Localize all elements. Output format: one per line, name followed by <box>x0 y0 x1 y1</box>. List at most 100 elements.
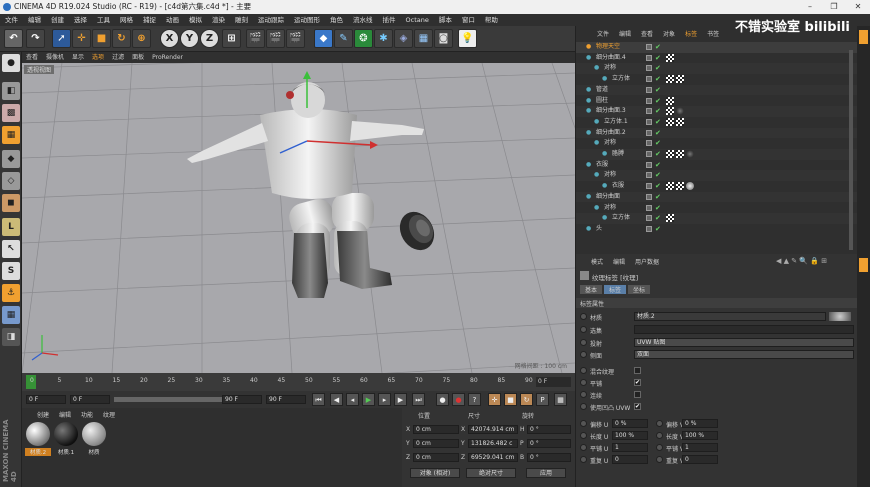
y-axis-lock-button[interactable]: Y <box>180 29 199 48</box>
pla-key-icon[interactable]: ▦ <box>554 393 567 406</box>
position-key-icon[interactable]: ✛ <box>488 393 501 406</box>
enabled-check-icon[interactable]: ✔ <box>655 149 661 160</box>
material-swatch-1[interactable] <box>26 422 50 446</box>
enabled-check-icon[interactable]: ✔ <box>655 117 661 128</box>
apply-button[interactable]: 应用 <box>526 468 566 478</box>
scale-tool-icon[interactable]: ■ <box>92 29 111 48</box>
snap-icon[interactable]: S <box>2 262 20 280</box>
object-manager-tab[interactable]: 书签 <box>702 30 724 40</box>
viewport-menu-item[interactable]: 过滤 <box>108 52 128 63</box>
menu-item[interactable]: 捕捉 <box>138 14 161 26</box>
attribute-menu-item[interactable]: 模式 <box>586 258 608 268</box>
menu-item[interactable]: 脚本 <box>434 14 457 26</box>
pen-spline-icon[interactable]: ✎ <box>334 29 353 48</box>
side-tab-attributes[interactable] <box>859 258 868 272</box>
object-manager-tab[interactable]: 查看 <box>636 30 658 40</box>
visibility-toggle[interactable] <box>646 204 652 211</box>
rotation-h-field[interactable]: 0 ° <box>527 425 571 434</box>
position-x-field[interactable]: 0 cm <box>413 425 459 434</box>
recent-tool-icon[interactable]: ⊕ <box>132 29 151 48</box>
object-list-item[interactable]: ● 头 ✔ <box>576 224 858 235</box>
visibility-toggle[interactable] <box>646 225 652 232</box>
object-manager-tab[interactable]: 对象 <box>658 30 680 40</box>
menu-item[interactable]: 渲染 <box>207 14 230 26</box>
size-z-field[interactable]: 69529.041 cm <box>468 453 518 462</box>
repeat-u-radio[interactable] <box>580 456 587 463</box>
size-mode-dropdown[interactable]: 绝对尺寸 <box>466 468 516 478</box>
visibility-toggle[interactable] <box>646 97 652 104</box>
object-tag-icon[interactable] <box>686 182 694 191</box>
object-list-item[interactable]: ● 圆柱 ✔ <box>576 96 858 107</box>
menu-item[interactable]: Octane <box>401 14 434 26</box>
minimize-button[interactable]: – <box>798 0 822 14</box>
visibility-toggle[interactable] <box>646 76 652 83</box>
object-list-item[interactable]: ● 对称 ✔ <box>576 63 858 75</box>
scale-key-icon[interactable]: ■ <box>504 393 517 406</box>
object-tag-icon[interactable] <box>676 182 684 191</box>
material-menu-item[interactable]: 编辑 <box>54 411 76 421</box>
object-list-item[interactable]: ● 管道 ✔ <box>576 84 858 96</box>
visibility-toggle[interactable] <box>646 65 652 72</box>
mix-radio[interactable] <box>580 367 587 374</box>
end-frame-field[interactable]: 90 F <box>266 395 306 404</box>
key-selection-button[interactable]: ? <box>468 393 481 406</box>
deformer-icon[interactable]: ◈ <box>394 29 413 48</box>
object-list-item[interactable]: ● 立方体 ✔ <box>576 213 858 224</box>
visibility-toggle[interactable] <box>646 193 652 200</box>
menu-item[interactable]: 流水线 <box>348 14 378 26</box>
timeline-ruler[interactable]: 0 5 10 15 20 25 30 35 40 45 50 55 60 65 70 75 80 85 90 0 F <box>22 373 575 391</box>
menu-item[interactable]: 插件 <box>378 14 401 26</box>
viewport-menu-item[interactable]: 面板 <box>128 52 148 63</box>
material-link-field[interactable]: 材质.2 <box>634 312 826 321</box>
material-swatch-2[interactable] <box>54 422 78 446</box>
axis-mode-icon[interactable]: L <box>2 218 20 236</box>
object-list-item[interactable]: ● 细分曲面.2 ✔ <box>576 127 858 139</box>
visibility-toggle[interactable] <box>646 215 652 222</box>
z-axis-lock-button[interactable]: Z <box>200 29 219 48</box>
side-tab-objects[interactable] <box>859 30 868 44</box>
menu-item[interactable]: 工具 <box>92 14 115 26</box>
projection-radio[interactable] <box>580 339 587 346</box>
object-tag-icon[interactable] <box>666 117 674 126</box>
lock-workplane-icon[interactable]: ⚓ <box>2 284 20 302</box>
enabled-check-icon[interactable]: ✔ <box>655 106 661 117</box>
auto-key-button[interactable]: ● <box>452 393 465 406</box>
close-button[interactable]: ✕ <box>846 0 870 14</box>
menu-item[interactable]: 帮助 <box>480 14 503 26</box>
texture-mode-icon[interactable]: ▩ <box>2 104 20 122</box>
edges-mode-icon[interactable]: ◇ <box>2 172 20 190</box>
current-frame-field[interactable]: 0 F <box>70 395 110 404</box>
object-tag-icon[interactable] <box>666 182 674 191</box>
param-key-icon[interactable]: P <box>536 393 549 406</box>
object-list-item[interactable]: ● 胳膊 ✔ <box>576 149 858 160</box>
menu-item[interactable]: 文件 <box>0 14 23 26</box>
object-list-item[interactable]: ● 物理天空 ✔ <box>576 42 858 53</box>
points-mode-icon[interactable]: ◆ <box>2 150 20 168</box>
projection-dropdown[interactable]: UVW 贴图 <box>634 338 854 347</box>
viewport-menu-item[interactable]: 选项 <box>88 52 108 63</box>
floor-icon[interactable]: ▦ <box>414 29 433 48</box>
size-x-field[interactable]: 42074.914 cm <box>468 425 518 434</box>
enabled-check-icon[interactable]: ✔ <box>655 213 661 224</box>
object-tag-icon[interactable] <box>666 214 674 223</box>
length-v-field[interactable]: 100 % <box>682 431 718 440</box>
size-y-field[interactable]: 131826.482 c <box>468 439 518 448</box>
model-mode-icon[interactable]: ◧ <box>2 82 20 100</box>
side-dropdown[interactable]: 双面 <box>634 350 854 359</box>
object-tag-icon[interactable] <box>666 96 674 105</box>
cube-primitive-icon[interactable]: ◆ <box>314 29 333 48</box>
object-manager-tab[interactable]: 文件 <box>592 30 614 40</box>
object-list-item[interactable]: ● 对称 ✔ <box>576 138 858 149</box>
offset-u-field[interactable]: 0 % <box>612 419 648 428</box>
object-list-item[interactable]: ● 细分曲面 ✔ <box>576 191 858 203</box>
go-to-end-button[interactable]: ⏭ <box>412 393 425 406</box>
attribute-tab[interactable]: 坐标 <box>628 285 651 294</box>
object-tag-icon[interactable] <box>676 117 684 126</box>
object-list-item[interactable]: ● 对称 ✔ <box>576 203 858 214</box>
length-u-field[interactable]: 100 % <box>612 431 648 440</box>
rotation-p-field[interactable]: 0 ° <box>527 439 571 448</box>
material-menu-item[interactable]: 创建 <box>32 411 54 421</box>
offset-u-radio[interactable] <box>580 420 587 427</box>
offset-v-radio[interactable] <box>656 420 663 427</box>
material-preview-icon[interactable] <box>829 312 851 321</box>
